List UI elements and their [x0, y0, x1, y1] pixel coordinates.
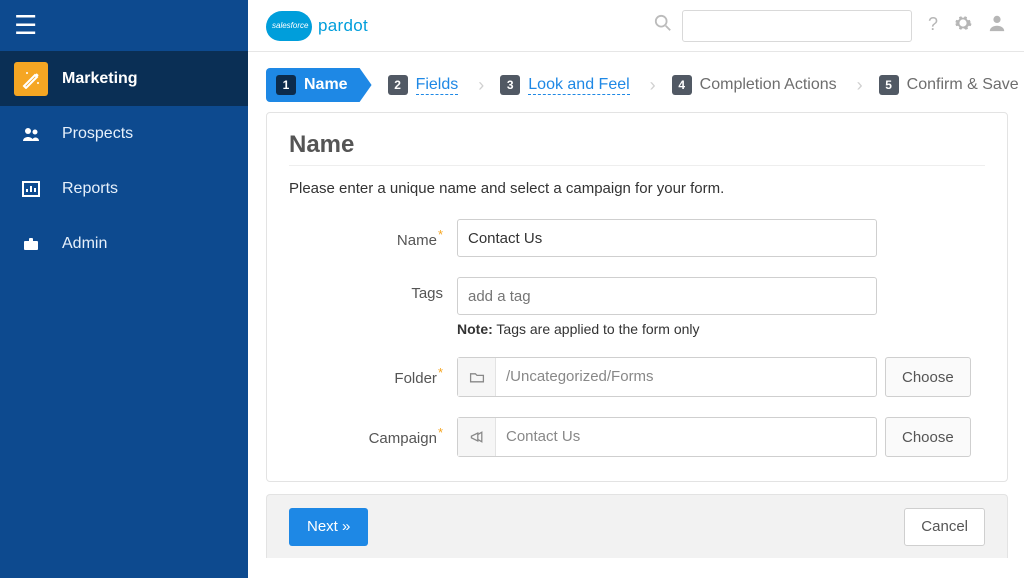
chevron-right-icon: ›	[857, 75, 863, 96]
folder-value: /Uncategorized/Forms	[496, 358, 876, 396]
wizard-step-fields[interactable]: 2 Fields	[378, 68, 473, 102]
form-panel: Name Please enter a unique name and sele…	[266, 112, 1008, 482]
topbar: salesforce pardot ?	[248, 0, 1024, 52]
tags-input[interactable]	[457, 277, 877, 315]
tags-note: Note: Tags are applied to the form only	[457, 321, 985, 337]
sidebar-item-prospects[interactable]: Prospects	[0, 106, 248, 161]
wizard-step-name[interactable]: 1 Name	[266, 68, 372, 102]
chevron-right-icon: ›	[478, 75, 484, 96]
sidebar-item-label: Admin	[62, 235, 107, 253]
search-input[interactable]	[682, 10, 912, 42]
form-row-tags: Tags Note: Tags are applied to the form …	[289, 277, 985, 337]
chevron-right-icon: ›	[650, 75, 656, 96]
briefcase-icon	[14, 227, 48, 261]
folder-choose-button[interactable]: Choose	[885, 357, 971, 397]
form-row-campaign: Campaign* Contact Us Choose	[289, 417, 985, 457]
campaign-value: Contact Us	[496, 418, 876, 456]
form-footer: Next » Cancel	[266, 494, 1008, 558]
form-row-folder: Folder* /Uncategorized/Forms Choose	[289, 357, 985, 397]
campaign-choose-button[interactable]: Choose	[885, 417, 971, 457]
divider	[289, 165, 985, 166]
form-row-name: Name*	[289, 219, 985, 257]
wizard-step-look-and-feel[interactable]: 3 Look and Feel	[490, 68, 643, 102]
folder-label: Folder*	[289, 357, 457, 387]
sidebar-item-label: Reports	[62, 180, 118, 198]
wand-icon	[14, 62, 48, 96]
search-icon[interactable]	[654, 14, 672, 37]
salesforce-cloud-icon: salesforce	[266, 11, 312, 41]
wizard-steps: 1 Name 2 Fields › 3 Look and Feel › 4 Co…	[248, 52, 1024, 112]
campaign-field: Contact Us	[457, 417, 877, 457]
gear-icon[interactable]	[954, 14, 972, 37]
sidebar-item-label: Prospects	[62, 125, 133, 143]
sidebar-item-marketing[interactable]: Marketing	[0, 51, 248, 106]
logo[interactable]: salesforce pardot	[266, 11, 368, 41]
name-label: Name*	[289, 219, 457, 249]
wizard-step-confirm-save[interactable]: 5 Confirm & Save	[869, 68, 1024, 102]
campaign-label: Campaign*	[289, 417, 457, 447]
user-icon[interactable]	[988, 14, 1006, 37]
sidebar: ☰ Marketing Prospects Reports Admin	[0, 0, 248, 578]
wizard-step-completion-actions[interactable]: 4 Completion Actions	[662, 68, 851, 102]
help-icon[interactable]: ?	[928, 14, 938, 37]
hamburger-icon[interactable]: ☰	[0, 0, 248, 51]
panel-title: Name	[289, 131, 985, 159]
sidebar-item-admin[interactable]: Admin	[0, 216, 248, 271]
folder-field: /Uncategorized/Forms	[457, 357, 877, 397]
panel-subtitle: Please enter a unique name and select a …	[289, 180, 985, 197]
folder-icon	[458, 358, 496, 396]
cancel-button[interactable]: Cancel	[904, 508, 985, 546]
sidebar-item-reports[interactable]: Reports	[0, 161, 248, 216]
chart-icon	[14, 172, 48, 206]
users-icon	[14, 117, 48, 151]
main: salesforce pardot ? 1 Name 2 Fields	[248, 0, 1024, 578]
next-button[interactable]: Next »	[289, 508, 368, 546]
tags-label: Tags	[289, 277, 457, 302]
name-input[interactable]	[457, 219, 877, 257]
megaphone-icon	[458, 418, 496, 456]
logo-text: pardot	[318, 16, 368, 36]
sidebar-item-label: Marketing	[62, 70, 138, 88]
